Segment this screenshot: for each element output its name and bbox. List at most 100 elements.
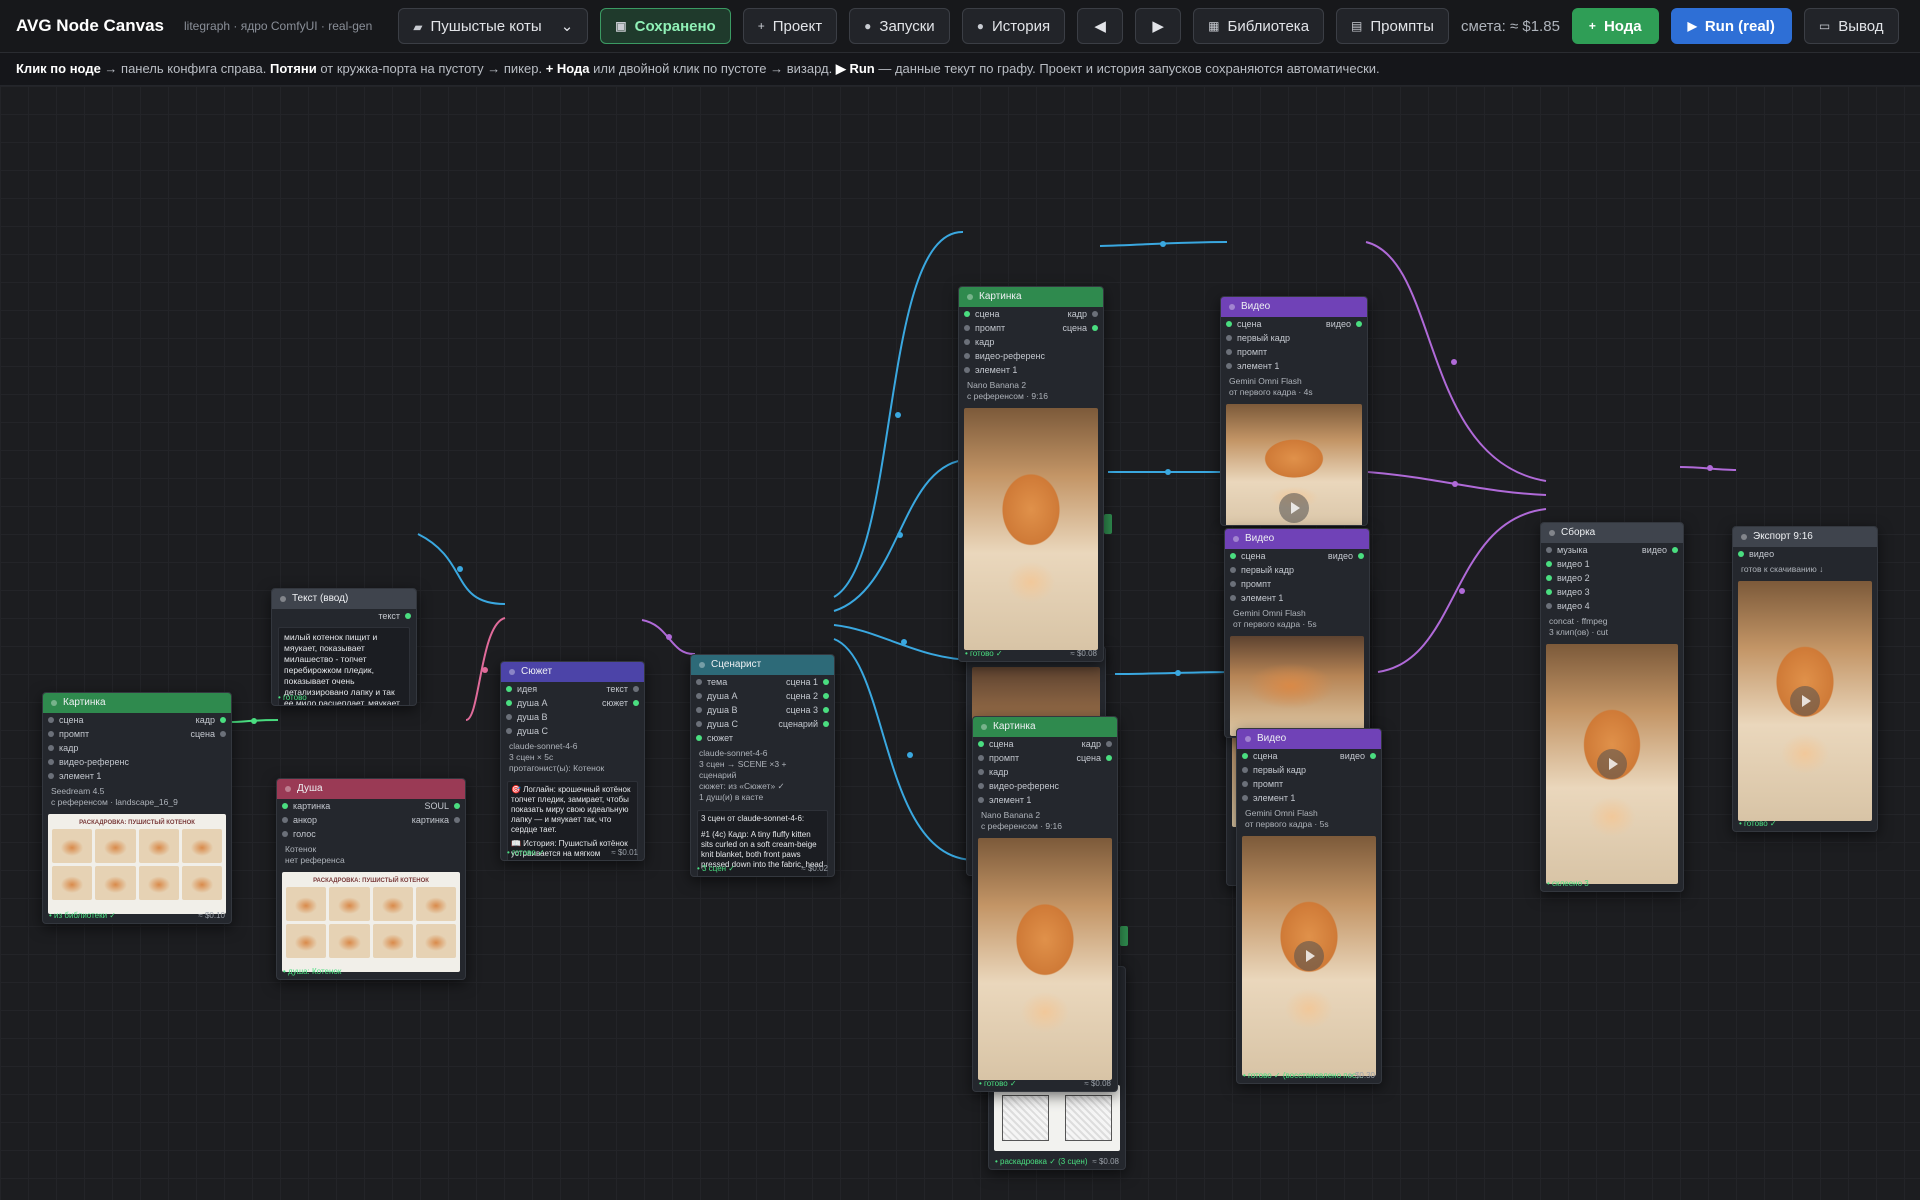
node-soul[interactable]: Душа картинка SOUL анкор картинка голос Ко… <box>276 778 466 980</box>
output-port[interactable]: текст <box>606 682 639 696</box>
output-port[interactable]: SOUL <box>424 799 460 813</box>
port-row[interactable]: первый кадр <box>1225 563 1369 577</box>
output-port[interactable]: сцена 1 <box>786 675 830 689</box>
port-row[interactable]: видео-референс <box>973 779 1117 793</box>
output-port[interactable]: картинка <box>412 813 461 827</box>
input-port[interactable] <box>1242 767 1248 773</box>
port-row[interactable]: картинка SOUL <box>277 799 465 813</box>
input-port[interactable] <box>1242 753 1248 759</box>
output-port[interactable]: сцена <box>1076 751 1112 765</box>
input-port[interactable] <box>964 367 970 373</box>
input-port[interactable] <box>506 714 512 720</box>
port-row[interactable]: сцена видео <box>1225 549 1369 563</box>
input-port[interactable] <box>1242 781 1248 787</box>
port-row[interactable]: сцена видео <box>1237 749 1381 763</box>
prev-button[interactable]: ◀ <box>1077 8 1124 44</box>
input-port[interactable] <box>48 759 54 765</box>
port-row[interactable]: сюжет <box>691 731 834 745</box>
port-row[interactable]: промпт <box>1221 345 1367 359</box>
play-icon[interactable] <box>1294 941 1324 971</box>
input-port[interactable] <box>1230 553 1236 559</box>
port-row[interactable]: сцена видео <box>1221 317 1367 331</box>
port-row[interactable]: видео 1 <box>1541 557 1683 571</box>
next-button[interactable]: ▶ <box>1135 8 1182 44</box>
input-port[interactable] <box>964 353 970 359</box>
input-port[interactable] <box>978 783 984 789</box>
input-port[interactable] <box>696 721 702 727</box>
input-port[interactable] <box>1230 567 1236 573</box>
output-port[interactable]: видео <box>1328 549 1365 563</box>
port-row[interactable]: душа A сюжет <box>501 696 644 710</box>
input-port[interactable] <box>1546 547 1552 553</box>
port-row[interactable]: тема сцена 1 <box>691 675 834 689</box>
node-collapsed-peek[interactable] <box>1120 926 1128 946</box>
input-port[interactable] <box>1226 363 1232 369</box>
input-port[interactable] <box>282 831 288 837</box>
output-port[interactable]: сцена <box>190 727 226 741</box>
port-row[interactable]: промпт сцена <box>973 751 1117 765</box>
node-assembly[interactable]: Сборка музыка видео видео 1 видео 2 видео… <box>1540 522 1684 892</box>
port-row[interactable]: промпт сцена <box>959 321 1103 335</box>
prompts-button[interactable]: ▤ Промпты <box>1336 8 1449 44</box>
play-icon[interactable] <box>1279 493 1309 523</box>
input-port[interactable] <box>1738 551 1744 557</box>
port-row[interactable]: сцена кадр <box>959 307 1103 321</box>
output-port[interactable]: видео <box>1642 543 1679 557</box>
node-image-2[interactable]: Картинка сцена кадр промпт сцена кадр виде… <box>972 716 1118 1092</box>
port-row[interactable]: анкор картинка <box>277 813 465 827</box>
output-port[interactable]: сцена 3 <box>786 703 830 717</box>
input-port[interactable] <box>696 735 702 741</box>
node-video-1[interactable]: Видео сцена видео первый кадр промпт элем… <box>1220 296 1368 526</box>
output-port[interactable]: сцена <box>1062 321 1098 335</box>
history-button[interactable]: ● История <box>961 8 1066 44</box>
input-port[interactable] <box>978 741 984 747</box>
input-port[interactable] <box>1226 335 1232 341</box>
port-row[interactable]: видео <box>1733 547 1877 561</box>
output-port[interactable]: кадр <box>1068 307 1099 321</box>
input-port[interactable] <box>1546 603 1552 609</box>
port-row[interactable]: промпт <box>1225 577 1369 591</box>
input-port[interactable] <box>696 693 702 699</box>
port-row[interactable]: идея текст <box>501 682 644 696</box>
input-port[interactable] <box>978 769 984 775</box>
input-port[interactable] <box>1242 795 1248 801</box>
output-port[interactable]: сюжет <box>602 696 639 710</box>
project-button[interactable]: + Проект <box>742 8 838 44</box>
input-port[interactable] <box>978 797 984 803</box>
saved-button[interactable]: ▣ Сохранено <box>600 8 731 44</box>
port-row[interactable]: видео 3 <box>1541 585 1683 599</box>
input-port[interactable] <box>964 325 970 331</box>
port-row[interactable]: первый кадр <box>1221 331 1367 345</box>
node-video-2[interactable]: Видео сцена видео первый кадр промпт элем… <box>1224 528 1370 738</box>
port-row[interactable]: сцена кадр <box>973 737 1117 751</box>
node-export[interactable]: Экспорт 9:16 видео готов к скачиванию ↓ … <box>1732 526 1878 832</box>
input-port[interactable] <box>1230 595 1236 601</box>
input-port[interactable] <box>48 731 54 737</box>
port-row[interactable]: промпт сцена <box>43 727 231 741</box>
input-port[interactable] <box>1546 561 1552 567</box>
port-row[interactable]: первый кадр <box>1237 763 1381 777</box>
input-port[interactable] <box>1230 581 1236 587</box>
port-row[interactable]: кадр <box>959 335 1103 349</box>
output-port[interactable]: сценарий <box>778 717 829 731</box>
port-row[interactable]: видео-референс <box>43 755 231 769</box>
input-port[interactable] <box>282 817 288 823</box>
output-port[interactable]: видео <box>1340 749 1377 763</box>
output-port[interactable]: текст <box>378 609 411 623</box>
add-node-button[interactable]: + Нода <box>1571 8 1659 44</box>
input-port[interactable] <box>696 679 702 685</box>
port-row[interactable]: кадр <box>973 765 1117 779</box>
input-port[interactable] <box>48 717 54 723</box>
input-port[interactable] <box>1226 321 1232 327</box>
port-row[interactable]: элемент 1 <box>1237 791 1381 805</box>
input-port[interactable] <box>964 339 970 345</box>
input-port[interactable] <box>978 755 984 761</box>
node-image-left[interactable]: Картинка сцена кадр промпт сцена кадр виде… <box>42 692 232 924</box>
node-canvas[interactable]: Картинка сцена кадр промпт сцена кадр виде… <box>0 86 1920 1200</box>
output-port[interactable]: видео <box>1326 317 1363 331</box>
input-port[interactable] <box>282 803 288 809</box>
library-button[interactable]: ▦ Библиотека <box>1193 8 1325 44</box>
port-row[interactable]: голос <box>277 827 465 841</box>
port-row[interactable]: элемент 1 <box>1225 591 1369 605</box>
port-row[interactable]: сцена кадр <box>43 713 231 727</box>
